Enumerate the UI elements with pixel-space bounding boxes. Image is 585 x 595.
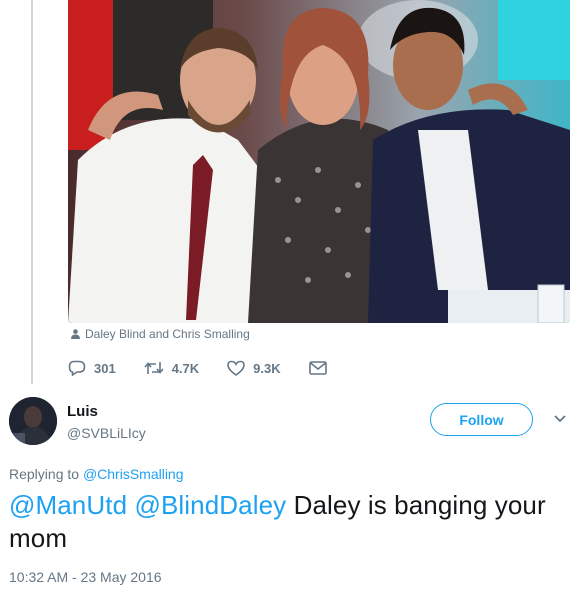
photo-caption-text: Daley Blind and Chris Smalling [85,327,250,341]
photo-caption: Daley Blind and Chris Smalling [71,327,250,341]
like-icon [227,360,245,376]
person-icon [71,329,80,339]
reply-action[interactable]: 301 [68,360,116,376]
tweet-actions: 301 4.7K 9.3K [68,357,355,379]
follow-button[interactable]: Follow [430,403,533,436]
replying-prefix: Replying to [9,466,80,482]
like-count: 9.3K [253,360,281,376]
retweet-action[interactable]: 4.7K [144,360,199,376]
avatar-image [9,397,57,445]
mention-link[interactable]: @ManUtd [9,490,127,520]
tweet-text: @ManUtd @BlindDaley Daley is banging you… [9,489,579,555]
reply-icon [68,360,86,376]
display-name[interactable]: Luis [67,403,98,420]
avatar[interactable] [9,397,57,445]
message-icon [308,361,327,375]
chevron-down-icon[interactable] [554,414,566,424]
message-action[interactable] [308,361,327,375]
mention-link[interactable]: @BlindDaley [134,490,286,520]
tweet-timestamp[interactable]: 10:32 AM - 23 May 2016 [9,569,162,585]
tweet-photo[interactable] [68,0,570,323]
photo-illustration [68,0,570,323]
retweet-count: 4.7K [171,360,200,376]
replying-to-link[interactable]: @ChrisSmalling [83,466,184,482]
user-handle[interactable]: @SVBLiLIcy [67,425,146,441]
reply-count: 301 [94,360,116,376]
retweet-icon [144,362,164,374]
thread-line [31,0,33,384]
replying-to: Replying to @ChrisSmalling [9,466,184,482]
like-action[interactable]: 9.3K [227,360,281,376]
